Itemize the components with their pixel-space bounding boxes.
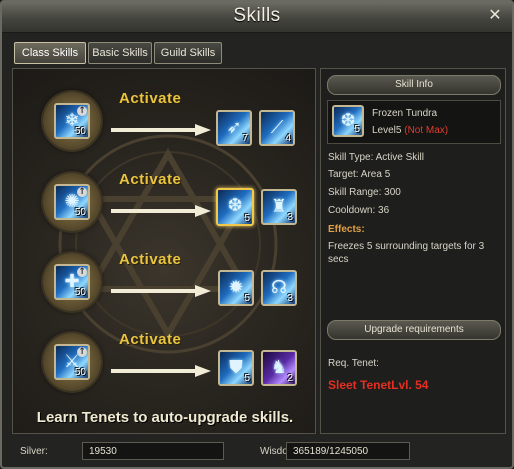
skill-level: 5: [354, 124, 360, 135]
right-arrow-icon: [111, 285, 211, 297]
close-icon[interactable]: ✕: [486, 6, 504, 24]
skill-row-1: ❄ ↑ 50 Activate ➶ 7 ⟋ 4: [13, 87, 315, 157]
skill-range: Skill Range: 300: [328, 187, 401, 198]
effects-label: Effects:: [328, 224, 365, 235]
medallion: ✺ ↑ 50: [43, 173, 101, 231]
ice-spikes-icon[interactable]: ⟋ 4: [259, 110, 295, 146]
upgrade-plus-icon[interactable]: ↑: [77, 347, 87, 357]
medallion: ✚ ↑ 50: [43, 253, 101, 311]
shadow-form-icon[interactable]: ♞ 2: [261, 350, 297, 386]
activate-label: Activate: [119, 171, 182, 188]
class-skills-panel: ❄ ↑ 50 Activate ➶ 7 ⟋ 4 ✺ ↑ 50 Activate …: [12, 68, 316, 434]
skill-name: Frozen Tundra: [372, 108, 438, 119]
skill-level: 5: [244, 213, 250, 224]
frost-aura-icon[interactable]: ✺ ↑ 50: [54, 184, 90, 220]
skill-level: 4: [285, 133, 291, 144]
skill-level: 5: [244, 293, 250, 304]
upgrade-requirements-header: Upgrade requirements: [327, 320, 501, 340]
right-arrow-icon: [111, 124, 211, 136]
req-tenet-label: Req. Tenet:: [328, 358, 379, 369]
skill-level: 50: [74, 287, 86, 298]
skill-level: 50: [74, 367, 86, 378]
currency-bar: Silver: 19530 Wisdom: 365189/1245050: [2, 440, 512, 468]
activate-label: Activate: [119, 331, 182, 348]
skills-window: Skills ✕ Class Skills Basic Skills Guild…: [0, 0, 514, 469]
ice-burst-icon[interactable]: ✹ 5: [218, 270, 254, 306]
skill-info-header: Skill Info: [327, 75, 501, 95]
ice-shield-icon[interactable]: ⛊ 5: [218, 350, 254, 386]
upgrade-plus-icon[interactable]: ↑: [77, 267, 87, 277]
ice-golem-icon[interactable]: ♜ 3: [261, 189, 297, 225]
holy-cross-icon[interactable]: ✚ ↑ 50: [54, 264, 90, 300]
not-max-note: (Not Max): [404, 125, 449, 136]
wisdom-value: 365189/1245050: [286, 442, 410, 460]
req-tenet-value: Sleet TenetLvl. 54: [328, 378, 429, 392]
skill-row-3: ✚ ↑ 50 Activate ✹ 5 ☊ 3: [13, 248, 315, 318]
warrior-stance-icon[interactable]: ⚔ ↑ 50: [54, 344, 90, 380]
skill-level: 2: [287, 373, 293, 384]
tab-guild-skills[interactable]: Guild Skills: [154, 42, 222, 64]
skill-target: Target: Area 5: [328, 169, 391, 180]
skill-level: 7: [242, 133, 248, 144]
activate-label: Activate: [119, 90, 182, 107]
right-arrow-icon: [111, 365, 211, 377]
ice-claw-icon[interactable]: ➶ 7: [216, 110, 252, 146]
medallion: ⚔ ↑ 50: [43, 333, 101, 391]
silver-label: Silver:: [20, 446, 48, 457]
skill-level: 3: [287, 293, 293, 304]
tab-class-skills[interactable]: Class Skills: [14, 42, 86, 64]
frost-shard-icon[interactable]: ❄ ↑ 50: [54, 103, 90, 139]
window-title: Skills: [233, 5, 281, 26]
effects-description: Freezes 5 surrounding targets for 3 secs: [328, 241, 485, 265]
right-arrow-icon: [111, 205, 211, 217]
hexagram-emblem-icon: [58, 134, 278, 354]
skill-level-line: Level5 (Not Max): [372, 125, 448, 136]
silver-value: 19530: [82, 442, 224, 460]
ice-dragon-icon[interactable]: ☊ 3: [261, 270, 297, 306]
medallion: ❄ ↑ 50: [43, 92, 101, 150]
skill-level: 3: [287, 212, 293, 223]
skill-row-2: ✺ ↑ 50 Activate ❆ 5 ♜ 3: [13, 168, 315, 238]
frozen-tundra-icon[interactable]: ❆ 5: [216, 188, 254, 226]
tab-basic-skills[interactable]: Basic Skills: [88, 42, 152, 64]
skill-level: 50: [74, 207, 86, 218]
skill-level: 5: [244, 373, 250, 384]
footer-hint: Learn Tenets to auto-upgrade skills.: [36, 409, 294, 426]
upgrade-plus-icon[interactable]: ↑: [77, 187, 87, 197]
title-bar[interactable]: Skills ✕: [2, 2, 512, 33]
skill-level-label: Level5: [372, 125, 402, 136]
skill-row-4: ⚔ ↑ 50 Activate ⛊ 5 ♞ 2: [13, 328, 315, 398]
skill-cooldown: Cooldown: 36: [328, 205, 390, 216]
skill-type: Skill Type: Active Skill: [328, 152, 424, 163]
skill-info-panel: Skill Info ❆ 5 Frozen Tundra Level5 (Not…: [320, 68, 506, 434]
upgrade-plus-icon[interactable]: ↑: [77, 106, 87, 116]
activate-label: Activate: [119, 251, 182, 268]
skill-level: 50: [74, 126, 86, 137]
frozen-tundra-icon: ❆ 5: [332, 105, 364, 137]
selected-skill-box: ❆ 5 Frozen Tundra Level5 (Not Max): [327, 100, 501, 144]
